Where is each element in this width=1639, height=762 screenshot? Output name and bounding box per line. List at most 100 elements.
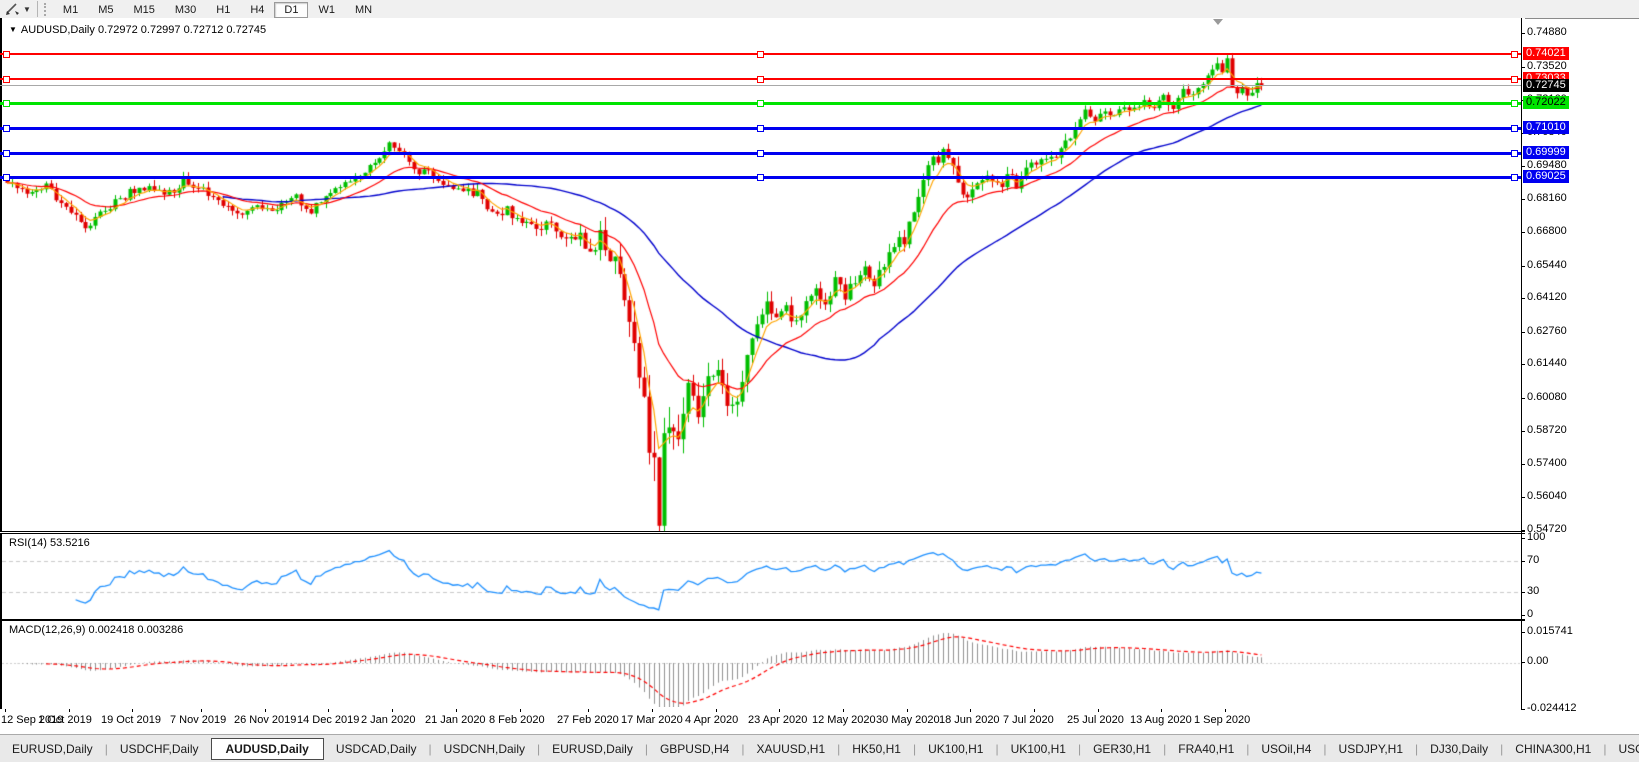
toolbar-grip[interactable] [43,2,49,16]
hline-0-74021-handle[interactable] [1511,51,1518,58]
hline-0-72022-handle[interactable] [3,100,10,107]
main-chart-panel[interactable]: ▼ AUDUSD,Daily 0.72972 0.72997 0.72712 0.… [0,18,1525,532]
tab-usdcnh-daily[interactable]: USDCNH,Daily [432,739,537,759]
hline-0-73033-handle[interactable] [3,76,10,83]
tool-dropdown-arrow-icon[interactable]: ▼ [23,5,31,14]
tab-xauusd-h1[interactable]: XAUUSD,H1 [744,739,837,759]
hline-0-69025-handle[interactable] [1511,174,1518,181]
date-label: 7 Jul 2020 [1003,714,1054,726]
rsi-scale-label: 70 [1527,554,1540,566]
tab-eurusd-daily[interactable]: EURUSD,Daily [0,739,105,759]
timeframe-button-m1[interactable]: M1 [53,2,88,18]
tab-dj30-daily[interactable]: DJ30,Daily [1418,739,1500,759]
hline-0-74021-handle[interactable] [757,51,764,58]
price-tick-mark [1521,298,1525,299]
tab-ger30-h1[interactable]: GER30,H1 [1081,739,1163,759]
timeframe-button-m15[interactable]: M15 [123,2,164,18]
timeframe-button-m5[interactable]: M5 [88,2,123,18]
chart-shift-marker[interactable] [1213,19,1223,25]
tab-uk100-h1[interactable]: UK100,H1 [999,739,1078,759]
hline-0-69999-handle[interactable] [3,150,10,157]
hline-0-69025-handle[interactable] [757,174,764,181]
date-tick-mark [716,709,717,712]
tab-gbpusd-h4[interactable]: GBPUSD,H4 [648,739,741,759]
tab-usoil-h4[interactable]: USOil,H4 [1249,739,1323,759]
date-label: 4 Apr 2020 [685,714,739,726]
date-label: 27 Feb 2020 [557,714,619,726]
hline-0-71010-handle[interactable] [3,125,10,132]
hline-0-74021-handle[interactable] [3,51,10,58]
hline-0-69999-handle[interactable] [1511,150,1518,157]
tab-uk100-h1[interactable]: UK100,H1 [916,739,995,759]
date-tick-mark [652,709,653,712]
hline-0-69025-handle[interactable] [3,174,10,181]
price-tick-mark [1521,232,1525,233]
timeframe-button-h1[interactable]: H1 [206,2,240,18]
timeframe-button-m30[interactable]: M30 [165,2,206,18]
date-tick-mark [5,709,6,712]
rsi-tick-mark [1521,538,1525,539]
date-label: 12 May 2020 [812,714,876,726]
date-label: 25 Jul 2020 [1067,714,1124,726]
rsi-canvas[interactable] [2,534,1523,617]
date-tick-mark [779,709,780,712]
date-tick-mark [392,709,393,712]
symbol-dropdown-icon[interactable]: ▼ [9,25,17,34]
price-tick-label: 0.64120 [1527,291,1567,303]
tab-eurusd-daily[interactable]: EURUSD,Daily [540,739,645,759]
date-axis[interactable]: 12 Sep 2019 1 Oct 2019 19 Oct 2019 7 Nov 20… [0,709,1639,734]
tab-hk50-h1[interactable]: HK50,H1 [840,739,913,759]
macd-panel[interactable]: MACD(12,26,9) 0.002418 0.003286 [0,620,1525,710]
hline-0-71010-handle[interactable] [1511,125,1518,132]
timeframe-button-h4[interactable]: H4 [240,2,274,18]
date-tick-mark [69,709,70,712]
draw-tool-icon[interactable] [5,2,21,16]
tab-usdcad-daily[interactable]: USDCAD,Daily [324,739,429,759]
chart-tabbar: EURUSD,Daily | USDCHF,Daily AUDUSD,Daily USD… [0,734,1639,762]
macd-canvas[interactable] [2,621,1523,707]
price-chart-canvas[interactable] [2,18,1523,531]
date-tick-mark [907,709,908,712]
hline-0-73033-handle[interactable] [1511,76,1518,83]
price-tick-mark [1521,464,1525,465]
hline-0-69999-handle[interactable] [757,150,764,157]
date-tick-mark [132,709,133,712]
date-tick-mark [265,709,266,712]
date-tick-mark [201,709,202,712]
hline-0-72022-handle[interactable] [1511,100,1518,107]
rsi-scale-label: 30 [1527,585,1540,597]
price-tick-mark [1521,497,1525,498]
date-label: 1 Sep 2020 [1194,714,1251,726]
price-tick-label: 0.61440 [1527,357,1567,369]
date-label: 23 Apr 2020 [748,714,808,726]
timeframe-button-mn[interactable]: MN [345,2,382,18]
date-label: 14 Dec 2019 [297,714,360,726]
tab-usdjpy-h1[interactable]: USDJPY,H1 [1327,739,1415,759]
symbol-label: AUDUSD,Daily [20,24,95,36]
hline-0-73033-handle[interactable] [757,76,764,83]
price-tick-mark [1521,266,1525,267]
price-tick-mark [1521,530,1525,531]
rsi-tick-mark [1521,615,1525,616]
hline-0-72022-handle[interactable] [757,100,764,107]
timeframe-button-w1[interactable]: W1 [308,2,345,18]
macd-scale-label: 0.00 [1527,655,1549,667]
price-tick-label: 0.74880 [1527,26,1567,38]
price-tick-label: 0.56040 [1527,490,1567,502]
macd-scale-label: -0.024412 [1527,702,1577,714]
tab-usdchf-daily[interactable]: USDCHF,Daily [108,739,211,759]
hline-0-71010-handle[interactable] [757,125,764,132]
date-tick-mark [520,709,521,712]
tab-fra40-h1[interactable]: FRA40,H1 [1166,739,1246,759]
price-tick-mark [1521,431,1525,432]
rsi-panel[interactable]: RSI(14) 53.5216 [0,533,1525,620]
tab-china300-h1[interactable]: CHINA300,H1 [1503,739,1603,759]
price-tick-label: 0.73520 [1527,60,1567,72]
tab-audusd-daily[interactable]: AUDUSD,Daily [210,738,324,760]
tab-usoil-h1[interactable]: USOil,H1 [1606,739,1639,759]
macd-tick-mark [1521,662,1525,663]
price-tick-label: 0.66800 [1527,225,1567,237]
timeframe-button-d1[interactable]: D1 [274,2,309,18]
price-tick-mark [1521,166,1525,167]
rsi-tick-mark [1521,592,1525,593]
